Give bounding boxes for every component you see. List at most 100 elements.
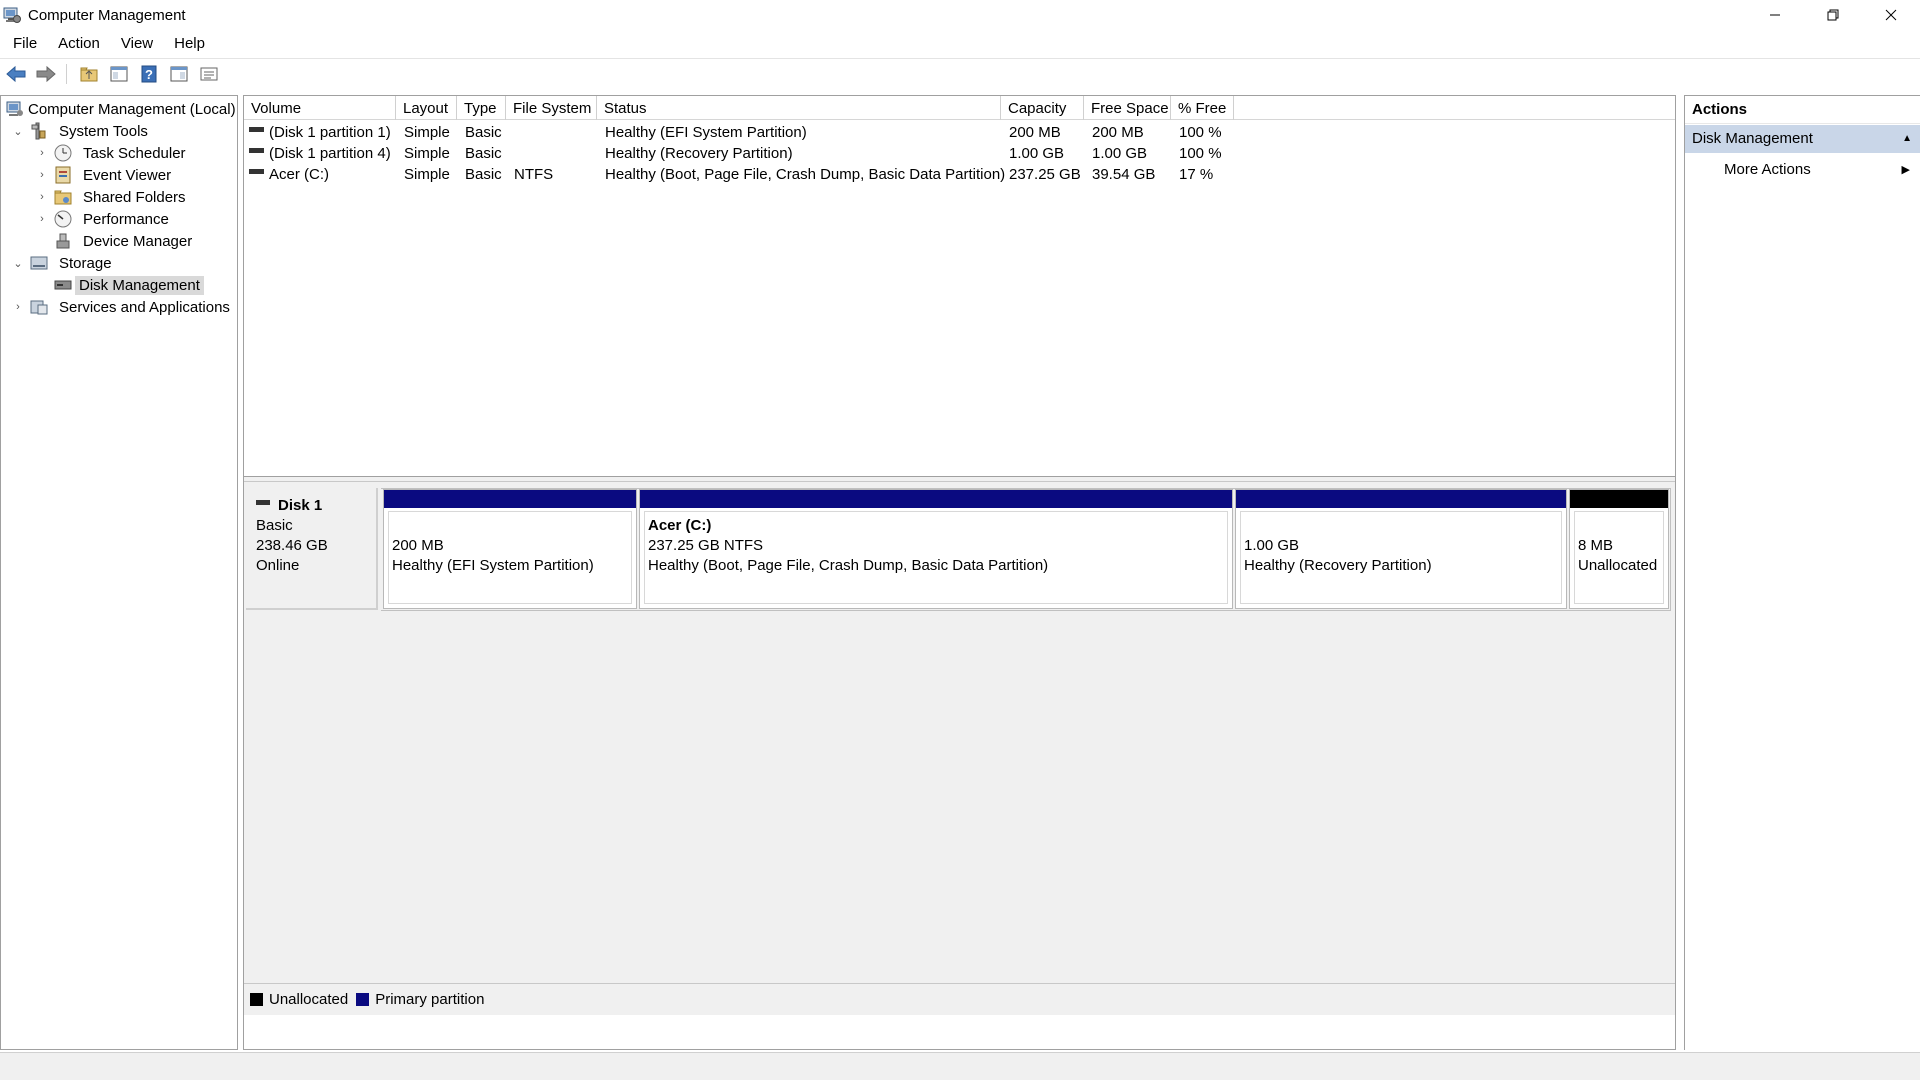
column-header-layout[interactable]: Layout (396, 96, 457, 120)
volume-row[interactable]: Acer (C:) Simple Basic NTFS Healthy (Boo… (244, 164, 1484, 185)
volume-name-cell: (Disk 1 partition 1) (249, 122, 391, 143)
actions-section-disk-management[interactable]: Disk Management ▲ (1685, 125, 1920, 153)
tree-item-task-scheduler[interactable]: › Task Scheduler (35, 142, 190, 164)
tree-item-system-tools[interactable]: ⌄ System Tools (11, 120, 152, 142)
chevron-down-icon[interactable]: ⌄ (11, 124, 25, 138)
partition-size: 237.25 GB NTFS (648, 537, 764, 554)
minimize-button[interactable] (1746, 0, 1804, 30)
menu-file[interactable]: File (0, 35, 45, 52)
volume-capacity: 1.00 GB (1009, 145, 1065, 162)
partition-details: 200 MB Healthy (EFI System Partition) (388, 511, 632, 604)
tree-label: Device Manager (83, 232, 193, 250)
properties-button[interactable] (195, 61, 223, 87)
chevron-right-icon[interactable]: › (35, 168, 49, 182)
column-header-file-system[interactable]: File System (506, 96, 597, 120)
chevron-right-icon[interactable]: › (35, 212, 49, 226)
up-folder-icon (80, 67, 98, 81)
partition-status: Healthy (EFI System Partition) (392, 557, 594, 574)
show-hide-action-pane-button[interactable] (165, 61, 193, 87)
partition-type-bar (1236, 490, 1566, 508)
chevron-down-icon[interactable]: ⌄ (11, 256, 25, 270)
tree-item-disk-management[interactable]: Disk Management (53, 274, 204, 296)
disk-management-icon (54, 280, 72, 290)
partition-type-bar (384, 490, 636, 508)
volume-file-system: NTFS (514, 166, 554, 183)
tree-item-storage[interactable]: ⌄ Storage (11, 252, 116, 274)
menu-action[interactable]: Action (45, 35, 108, 52)
column-header-percent-free[interactable]: % Free (1171, 96, 1234, 120)
close-button[interactable] (1862, 0, 1920, 30)
partition-type-bar (1570, 490, 1668, 508)
chevron-right-icon[interactable]: › (11, 300, 25, 314)
tree-item-services-applications[interactable]: › Services and Applications (11, 296, 234, 318)
menu-view[interactable]: View (108, 35, 161, 52)
volume-name: (Disk 1 partition 4) (269, 145, 391, 162)
collapse-up-icon[interactable]: ▲ (1902, 125, 1912, 153)
clock-icon (54, 144, 72, 162)
column-header-free-space[interactable]: Free Space (1084, 96, 1171, 120)
partition-details: Acer (C:) 237.25 GB NTFS Healthy (Boot, … (644, 511, 1228, 604)
shared-folder-icon (54, 190, 72, 205)
volume-layout: Simple (404, 124, 450, 141)
up-folder-button[interactable] (75, 61, 103, 87)
partition-efi[interactable]: 200 MB Healthy (EFI System Partition) (383, 489, 637, 609)
partition-details: 1.00 GB Healthy (Recovery Partition) (1240, 511, 1562, 604)
forward-button[interactable] (32, 61, 60, 87)
volume-row[interactable]: (Disk 1 partition 4) Simple Basic Health… (244, 143, 1484, 164)
back-button[interactable] (2, 61, 30, 87)
event-viewer-icon (55, 166, 71, 184)
volume-type: Basic (465, 124, 502, 141)
disk-type: Basic (256, 517, 293, 534)
disk-icon (256, 499, 270, 505)
legend-item-unallocated: Unallocated (250, 991, 348, 1008)
close-icon (1885, 9, 1897, 21)
volume-name: (Disk 1 partition 1) (269, 124, 391, 141)
volume-layout: Simple (404, 166, 450, 183)
partition-name (1578, 516, 1663, 536)
window-title: Computer Management (28, 6, 186, 24)
chevron-right-icon[interactable]: › (35, 146, 49, 160)
show-hide-tree-button[interactable] (105, 61, 133, 87)
tree-item-device-manager[interactable]: Device Manager (53, 230, 196, 252)
volume-capacity: 237.25 GB (1009, 166, 1081, 183)
more-actions-item[interactable]: More Actions ▶ (1685, 156, 1920, 184)
menu-help[interactable]: Help (161, 35, 213, 52)
partition-size: 8 MB (1578, 537, 1614, 554)
partition-recovery[interactable]: 1.00 GB Healthy (Recovery Partition) (1235, 489, 1567, 609)
partition-acer-c[interactable]: Acer (C:) 237.25 GB NTFS Healthy (Boot, … (639, 489, 1233, 609)
volume-free-space: 1.00 GB (1092, 145, 1148, 162)
restore-button[interactable] (1804, 0, 1862, 30)
tree-label: Storage (59, 254, 112, 272)
volume-capacity: 200 MB (1009, 124, 1061, 141)
column-header-status[interactable]: Status (597, 96, 1001, 120)
legend-swatch-unallocated (250, 993, 263, 1006)
properties-icon (200, 67, 218, 80)
tree-item-shared-folders[interactable]: › Shared Folders (35, 186, 190, 208)
computer-management-icon (6, 101, 23, 116)
chevron-right-icon[interactable]: › (35, 190, 49, 204)
tree-item-event-viewer[interactable]: › Event Viewer (35, 164, 175, 186)
tree-item-computer-management[interactable]: Computer Management (Local) (5, 98, 236, 120)
actions-title: Actions (1685, 96, 1920, 124)
tree-label: Task Scheduler (83, 144, 186, 162)
show-hide-action-pane-icon (170, 66, 188, 81)
navigation-tree: Computer Management (Local) ⌄ System Too… (0, 95, 238, 1050)
tree-label: Services and Applications (59, 298, 230, 316)
partition-unallocated[interactable]: 8 MB Unallocated (1569, 489, 1669, 609)
legend-item-primary: Primary partition (356, 991, 484, 1008)
tree-item-performance[interactable]: › Performance (35, 208, 173, 230)
column-header-volume[interactable]: Volume (244, 96, 396, 120)
disk-info-panel[interactable]: Disk 1 Basic 238.46 GB Online (246, 488, 378, 610)
forward-arrow-icon (36, 65, 56, 82)
actions-pane: Actions Disk Management ▲ More Actions ▶ (1684, 95, 1920, 1050)
show-hide-tree-icon (110, 66, 128, 81)
help-button[interactable]: ? (135, 61, 163, 87)
column-header-capacity[interactable]: Capacity (1001, 96, 1084, 120)
actions-section-label: Disk Management (1692, 130, 1813, 147)
status-bar (0, 1052, 1920, 1080)
volume-row[interactable]: (Disk 1 partition 1) Simple Basic Health… (244, 122, 1484, 143)
partition-status: Healthy (Boot, Page File, Crash Dump, Ba… (648, 557, 1049, 574)
title-bar: Computer Management (0, 0, 1920, 30)
column-header-type[interactable]: Type (457, 96, 506, 120)
volume-percent-free: 17 % (1179, 166, 1214, 183)
